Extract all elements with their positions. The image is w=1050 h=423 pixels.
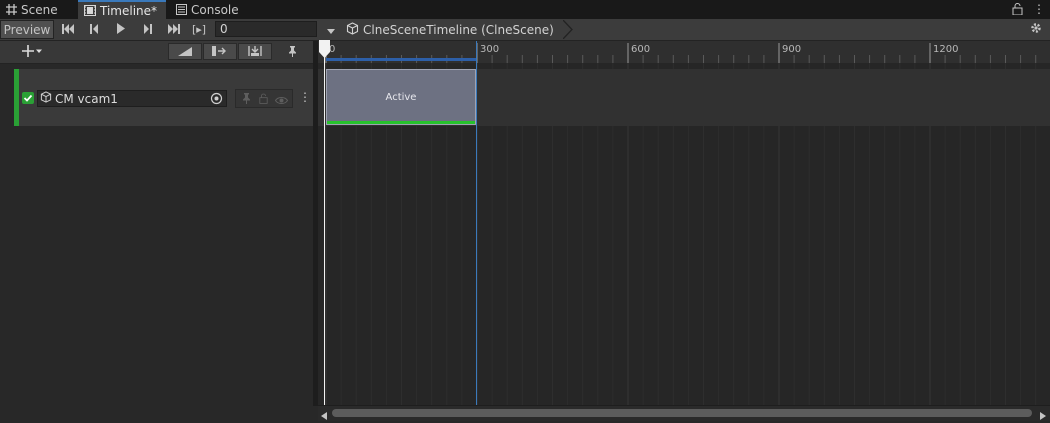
duration-marker — [476, 41, 477, 406]
previous-frame-button[interactable] — [84, 20, 106, 39]
ruler-tick-label: 900 — [782, 44, 801, 55]
ramp-icon — [178, 45, 192, 59]
clip-edit-mode-mix[interactable] — [168, 43, 202, 60]
pin-icon[interactable] — [242, 93, 251, 107]
track-binding-field[interactable]: CM vcam1 — [37, 90, 227, 107]
film-icon — [84, 5, 96, 16]
tab-scene[interactable]: Scene — [0, 0, 72, 19]
breadcrumb[interactable]: ClneSceneTimeline (ClneScene) — [346, 20, 554, 39]
ruler-tick-label: 300 — [480, 44, 499, 55]
grid-icon — [6, 4, 17, 15]
tab-bar: Scene Timeline* Console ⋮ — [0, 0, 1050, 19]
ripple-icon — [212, 45, 228, 59]
prev-frame-icon — [90, 23, 100, 37]
tab-label: Scene — [21, 2, 58, 17]
frame-dropdown-button[interactable] — [322, 20, 340, 39]
settings-button[interactable] — [1026, 20, 1046, 39]
more-menu-icon[interactable]: ⋮ — [1033, 2, 1045, 16]
scrollbar-thumb[interactable] — [332, 409, 1032, 417]
tab-console[interactable]: Console — [170, 0, 246, 19]
clip-edit-mode-ripple[interactable] — [203, 43, 237, 60]
ruler-tick-label: 1200 — [933, 44, 958, 55]
track-menu-icon[interactable]: ⋮ — [299, 90, 311, 104]
breadcrumb-label: ClneSceneTimeline (ClneScene) — [363, 22, 554, 37]
clip-edit-mode-replace[interactable] — [238, 43, 272, 60]
last-frame-icon — [166, 23, 180, 37]
track-toolbar — [0, 41, 313, 64]
first-frame-icon — [62, 23, 76, 37]
track-name-label: CM vcam1 — [55, 91, 118, 106]
scroll-left-icon[interactable] — [321, 409, 327, 423]
track-controls — [235, 89, 293, 108]
timeline-toolbar: Preview [▸] 0 ClneSceneTimeline (ClneSce… — [0, 19, 1050, 41]
next-frame-button[interactable] — [136, 20, 158, 39]
next-frame-icon — [142, 23, 152, 37]
check-icon — [22, 93, 34, 107]
console-icon — [176, 4, 187, 15]
tab-label: Timeline* — [100, 3, 158, 18]
replace-icon — [247, 45, 263, 59]
cube-icon — [346, 21, 359, 38]
tab-label: Console — [191, 2, 239, 17]
current-frame-field[interactable]: 0 — [215, 21, 317, 37]
eye-icon[interactable] — [274, 94, 289, 108]
chevron-down-icon — [327, 23, 335, 37]
playhead-handle[interactable] — [319, 40, 330, 61]
preview-button[interactable]: Preview — [0, 20, 54, 39]
lock-icon[interactable] — [259, 93, 268, 107]
play-range-bar — [326, 58, 476, 61]
go-to-end-button[interactable] — [162, 20, 184, 39]
ruler-tick-label: 600 — [631, 44, 650, 55]
play-button[interactable] — [110, 20, 132, 39]
track-enable-checkbox[interactable] — [22, 92, 34, 104]
go-to-start-button[interactable] — [58, 20, 80, 39]
clip-blend-bar — [327, 121, 475, 124]
horizontal-scrollbar[interactable] — [318, 405, 1050, 421]
play-range-toggle[interactable]: [▸] — [188, 20, 210, 39]
snap-toggle[interactable] — [280, 43, 304, 62]
time-ruler[interactable]: 0 300 600 900 1200 — [318, 41, 1050, 64]
pin-icon — [288, 45, 297, 60]
play-icon — [116, 22, 126, 37]
plus-icon — [22, 45, 42, 60]
breadcrumb-arrow — [562, 19, 573, 42]
activation-clip[interactable]: Active — [326, 69, 476, 125]
object-picker-icon[interactable] — [210, 92, 223, 108]
scroll-right-icon[interactable] — [1040, 409, 1046, 423]
tab-timeline[interactable]: Timeline* — [78, 0, 166, 19]
clip-label: Active — [385, 91, 417, 103]
add-track-button[interactable] — [16, 43, 48, 62]
track-color-bar — [14, 69, 19, 126]
cube-icon — [40, 91, 52, 106]
lock-icon[interactable] — [1012, 3, 1023, 18]
playhead-line — [324, 41, 325, 406]
gear-icon — [1030, 22, 1042, 37]
